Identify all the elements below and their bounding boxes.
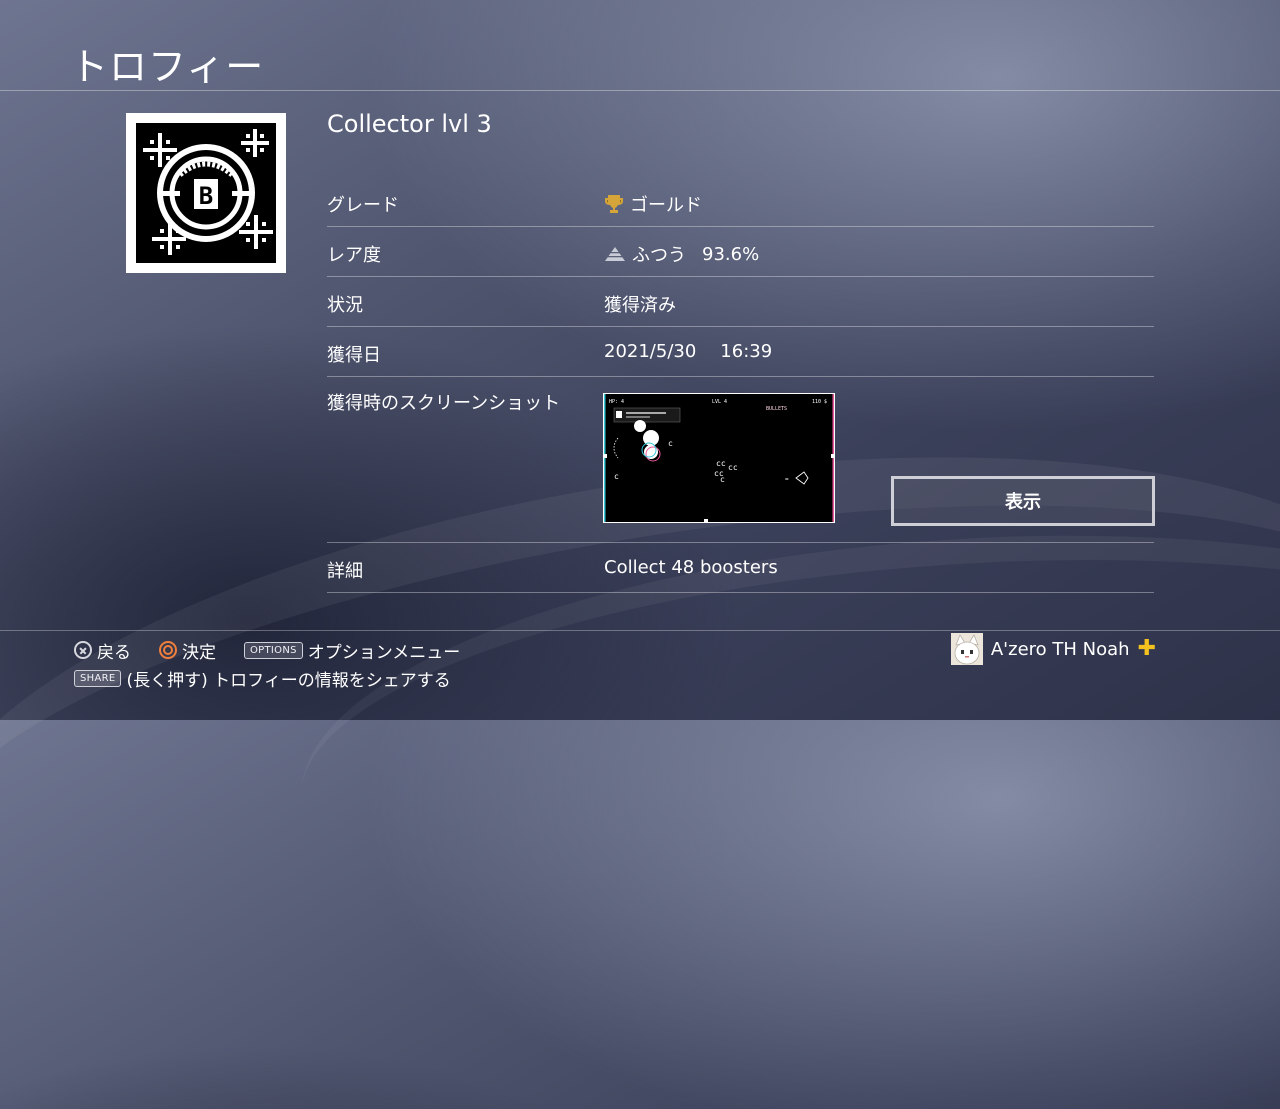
date-value: 2021/5/30 [604,341,697,362]
game-screenshot-image: HP: 4 LVL 4 110 $ BULLETS c c cc cc cc c… [604,394,834,522]
button-hints: 戻る 決定 OPTIONS オプションメニュー SHARE (長く押す) トロフ… [74,636,482,692]
screenshot-label: 獲得時のスクリーンショット [327,393,561,414]
trophy-name: Collector lvl 3 [327,110,492,138]
thumb-level: LVL 4 [712,399,727,405]
hint-line-primary: 戻る 決定 OPTIONS オプションメニュー [74,636,482,664]
svg-text:cc: cc [728,463,738,472]
share-key-icon: SHARE [74,669,122,687]
svg-text:B: B [199,182,213,210]
options-label: オプションメニュー [307,642,461,663]
description-value: Collect 48 boosters [604,557,778,578]
cat-avatar-icon [950,633,983,665]
time-value: 16:39 [720,341,773,362]
options-key-icon: OPTIONS [244,641,303,659]
rarity-value-group: ふつう 93.6% [604,241,759,267]
pixel-b-coin-trophy-icon: B [136,123,276,263]
rarity-percent: 93.6% [702,243,760,265]
ps-plus-icon: ✚ [1137,636,1156,661]
thumb-bullets: BULLETS [766,406,787,412]
date-label: 獲得日 [327,345,381,366]
share-label: (長く押す) トロフィーの情報をシェアする [126,670,451,691]
confirm-label: 決定 [182,642,216,663]
trophy-detail-table: グレード ゴールド レア度 ふつう 93.6% 状況 獲得済み 獲得日 2021… [327,177,1155,593]
svg-text:c: c [614,472,619,481]
grade-label: グレード [327,195,399,216]
svg-text:c: c [668,439,673,448]
user-info: A'zero TH Noah ✚ [950,633,1156,665]
confirm-hint[interactable]: 決定 [159,638,216,663]
gold-trophy-icon [605,195,623,213]
back-label: 戻る [97,642,131,663]
options-hint[interactable]: OPTIONS オプションメニュー [244,638,460,663]
avatar [950,633,983,665]
grade-value: ゴールド [630,195,702,216]
description-label: 詳細 [327,561,363,582]
header-divider [0,90,1280,91]
date-value-group: 2021/5/30 16:39 [604,341,772,362]
svg-text:cc: cc [716,459,726,468]
grade-value-group: ゴールド [604,191,702,217]
screenshot-row: 獲得時のスクリーンショット HP: 4 LVL 4 110 $ BULLETS … [327,377,1155,543]
thumb-hp: HP: 4 [609,399,624,405]
page-title: トロフィー [70,45,265,89]
thumb-money: 110 $ [812,399,827,405]
date-row: 獲得日 2021/5/30 16:39 [327,327,1154,377]
rarity-row: レア度 ふつう 93.6% [327,227,1154,277]
user-name: A'zero TH Noah [990,638,1130,660]
svg-text:=: = [785,476,789,483]
screenshot-thumbnail[interactable]: HP: 4 LVL 4 110 $ BULLETS c c cc cc cc c… [603,393,835,523]
svg-text:c: c [720,475,725,484]
rarity-value: ふつう [632,245,686,266]
status-label: 状況 [327,295,363,316]
hint-line-secondary: SHARE (長く押す) トロフィーの情報をシェアする [74,664,482,692]
status-value: 獲得済み [604,295,676,316]
cross-button-icon [74,641,92,659]
show-screenshot-button[interactable]: 表示 [891,476,1155,526]
circle-button-icon [159,641,177,659]
rarity-label: レア度 [327,245,381,266]
share-hint[interactable]: SHARE (長く押す) トロフィーの情報をシェアする [74,666,451,691]
grade-row: グレード ゴールド [327,177,1154,227]
trophy-icon: B [126,113,286,273]
description-row: 詳細 Collect 48 boosters [327,543,1154,593]
rarity-pyramid-icon [605,247,625,261]
status-row: 状況 獲得済み [327,277,1154,327]
back-hint[interactable]: 戻る [74,638,131,663]
footer-divider [0,630,1280,631]
